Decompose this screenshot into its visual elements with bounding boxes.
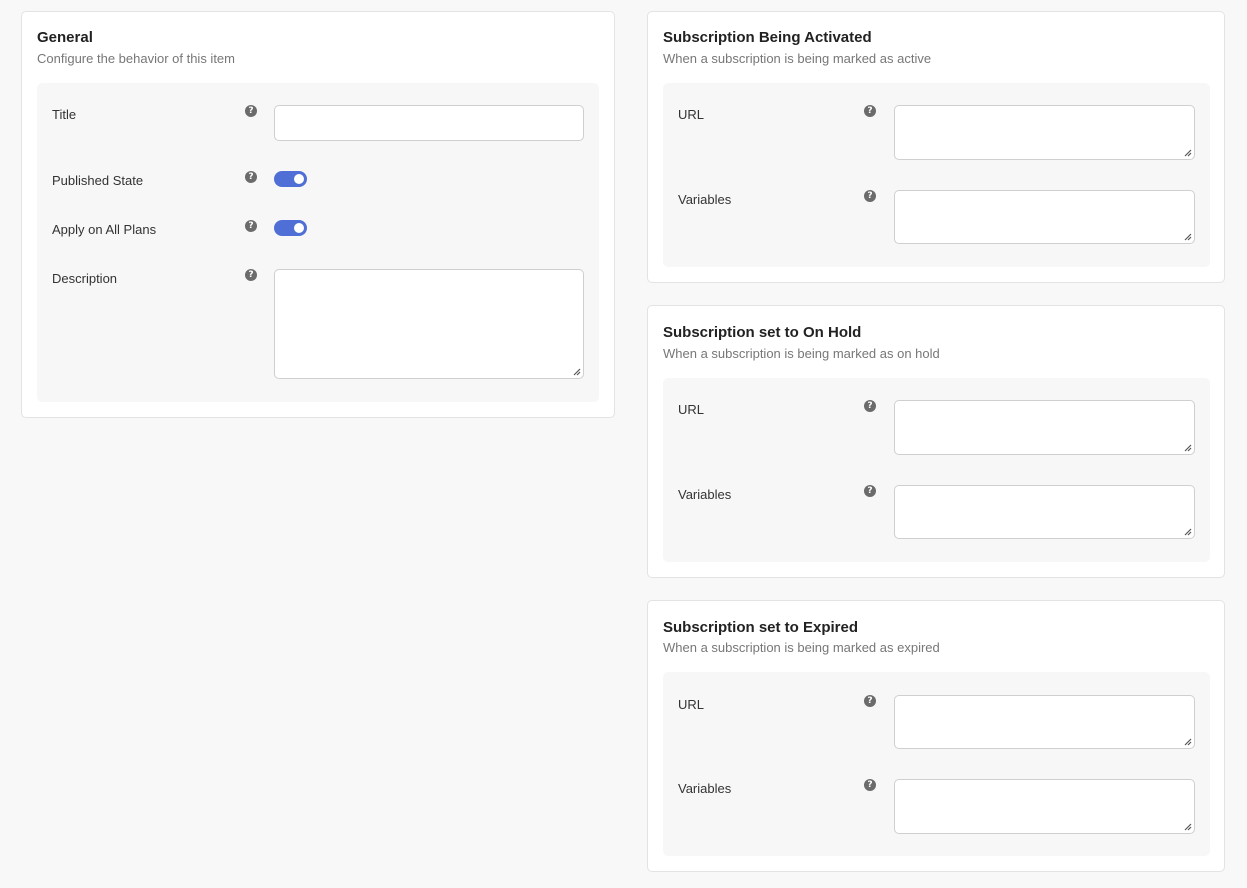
resize-grip-icon[interactable]: [1183, 822, 1192, 831]
variables-label: Variables: [678, 192, 732, 207]
resize-grip-icon[interactable]: [1183, 737, 1192, 746]
section-subtitle: When a subscription is being marked as o…: [663, 346, 940, 361]
general-card: General Configure the behavior of this i…: [21, 11, 615, 418]
title-input[interactable]: [274, 105, 584, 141]
url-help-icon[interactable]: ?: [864, 400, 876, 412]
section-subtitle: When a subscription is being marked as e…: [663, 640, 940, 655]
url-textarea[interactable]: [894, 105, 1195, 160]
variables-label: Variables: [678, 781, 732, 796]
variables-textarea[interactable]: [894, 485, 1195, 539]
description-textarea[interactable]: [274, 269, 584, 379]
section-title: Subscription set to On Hold: [663, 324, 862, 341]
variables-help-icon[interactable]: ?: [864, 485, 876, 497]
general-fields-panel: Title ? Published State ? Apply on All P…: [37, 83, 599, 402]
url-help-icon[interactable]: ?: [864, 105, 876, 117]
section-card-expired: Subscription set to Expired When a subsc…: [647, 600, 1225, 872]
toggle-knob: [294, 223, 304, 233]
url-textarea[interactable]: [894, 695, 1195, 749]
variables-label: Variables: [678, 487, 732, 502]
title-label: Title: [52, 107, 77, 122]
apply-all-plans-help-icon[interactable]: ?: [245, 220, 257, 232]
published-state-help-icon[interactable]: ?: [245, 171, 257, 183]
general-card-subtitle: Configure the behavior of this item: [37, 51, 235, 66]
section-subtitle: When a subscription is being marked as a…: [663, 51, 932, 66]
resize-grip-icon[interactable]: [572, 367, 581, 376]
resize-grip-icon[interactable]: [1183, 148, 1192, 157]
description-label: Description: [52, 271, 118, 286]
variables-textarea[interactable]: [894, 190, 1195, 244]
url-textarea[interactable]: [894, 400, 1195, 455]
apply-all-plans-toggle[interactable]: [274, 220, 307, 236]
description-help-icon[interactable]: ?: [245, 269, 257, 281]
section-fields-panel: URL ? Variables ?: [663, 672, 1210, 856]
section-title: Subscription Being Activated: [663, 29, 872, 46]
section-card-on-hold: Subscription set to On Hold When a subsc…: [647, 305, 1225, 578]
section-title: Subscription set to Expired: [663, 619, 859, 636]
title-help-icon[interactable]: ?: [245, 105, 257, 117]
published-state-label: Published State: [52, 173, 144, 188]
url-label: URL: [678, 402, 705, 417]
variables-help-icon[interactable]: ?: [864, 779, 876, 791]
url-help-icon[interactable]: ?: [864, 695, 876, 707]
toggle-knob: [294, 174, 304, 184]
url-label: URL: [678, 107, 705, 122]
resize-grip-icon[interactable]: [1183, 443, 1192, 452]
variables-help-icon[interactable]: ?: [864, 190, 876, 202]
general-card-title: General: [37, 29, 93, 46]
section-fields-panel: URL ? Variables ?: [663, 378, 1210, 562]
url-label: URL: [678, 697, 705, 712]
resize-grip-icon[interactable]: [1183, 527, 1192, 536]
section-fields-panel: URL ? Variables ?: [663, 83, 1210, 267]
apply-all-plans-label: Apply on All Plans: [52, 222, 157, 237]
published-state-toggle[interactable]: [274, 171, 307, 187]
resize-grip-icon[interactable]: [1183, 232, 1192, 241]
section-card-activated: Subscription Being Activated When a subs…: [647, 11, 1225, 283]
variables-textarea[interactable]: [894, 779, 1195, 834]
